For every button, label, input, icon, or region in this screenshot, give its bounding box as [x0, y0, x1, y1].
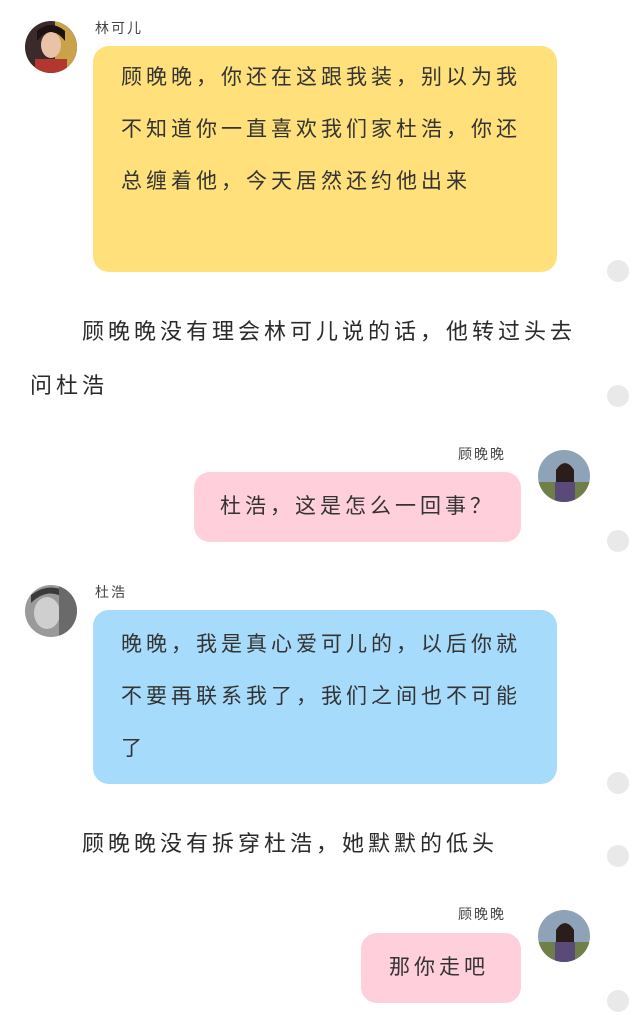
girl-portrait-avatar	[25, 21, 77, 73]
girl-outdoor-avatar	[538, 910, 590, 962]
speaker-name: 顾晚晚	[458, 907, 506, 923]
scroll-dot	[607, 772, 629, 794]
scroll-dot	[607, 990, 629, 1012]
narration-text: 顾晚晚没有拆穿杜浩，她默默的低头	[82, 832, 499, 857]
boy-bw-avatar	[25, 585, 77, 637]
message-bubble[interactable]: 那你走吧	[361, 933, 521, 1003]
message-bubble[interactable]: 顾晚晚，你还在这跟我装，别以为我不知道你一直喜欢我们家杜浩，你还总缠着他，今天居…	[93, 46, 557, 272]
speaker-name: 顾晚晚	[458, 447, 506, 463]
scroll-dot	[607, 260, 629, 282]
narration-text: 顾晚晚没有理会林可儿说的话，他转过头去问杜浩	[30, 320, 577, 399]
scroll-dot	[607, 530, 629, 552]
avatar-duhao[interactable]	[25, 585, 77, 637]
scroll-dot	[607, 385, 629, 407]
avatar-linkeer[interactable]	[25, 21, 77, 73]
girl-outdoor-avatar	[538, 450, 590, 502]
speaker-name: 杜浩	[95, 585, 127, 601]
speaker-name: 林可儿	[95, 21, 143, 37]
scroll-dot	[607, 845, 629, 867]
avatar-guwanwan[interactable]	[538, 910, 590, 962]
message-bubble[interactable]: 晚晚，我是真心爱可儿的，以后你就不要再联系我了，我们之间也不可能了	[93, 610, 557, 784]
avatar-guwanwan[interactable]	[538, 450, 590, 502]
message-bubble[interactable]: 杜浩，这是怎么一回事？	[194, 472, 521, 542]
